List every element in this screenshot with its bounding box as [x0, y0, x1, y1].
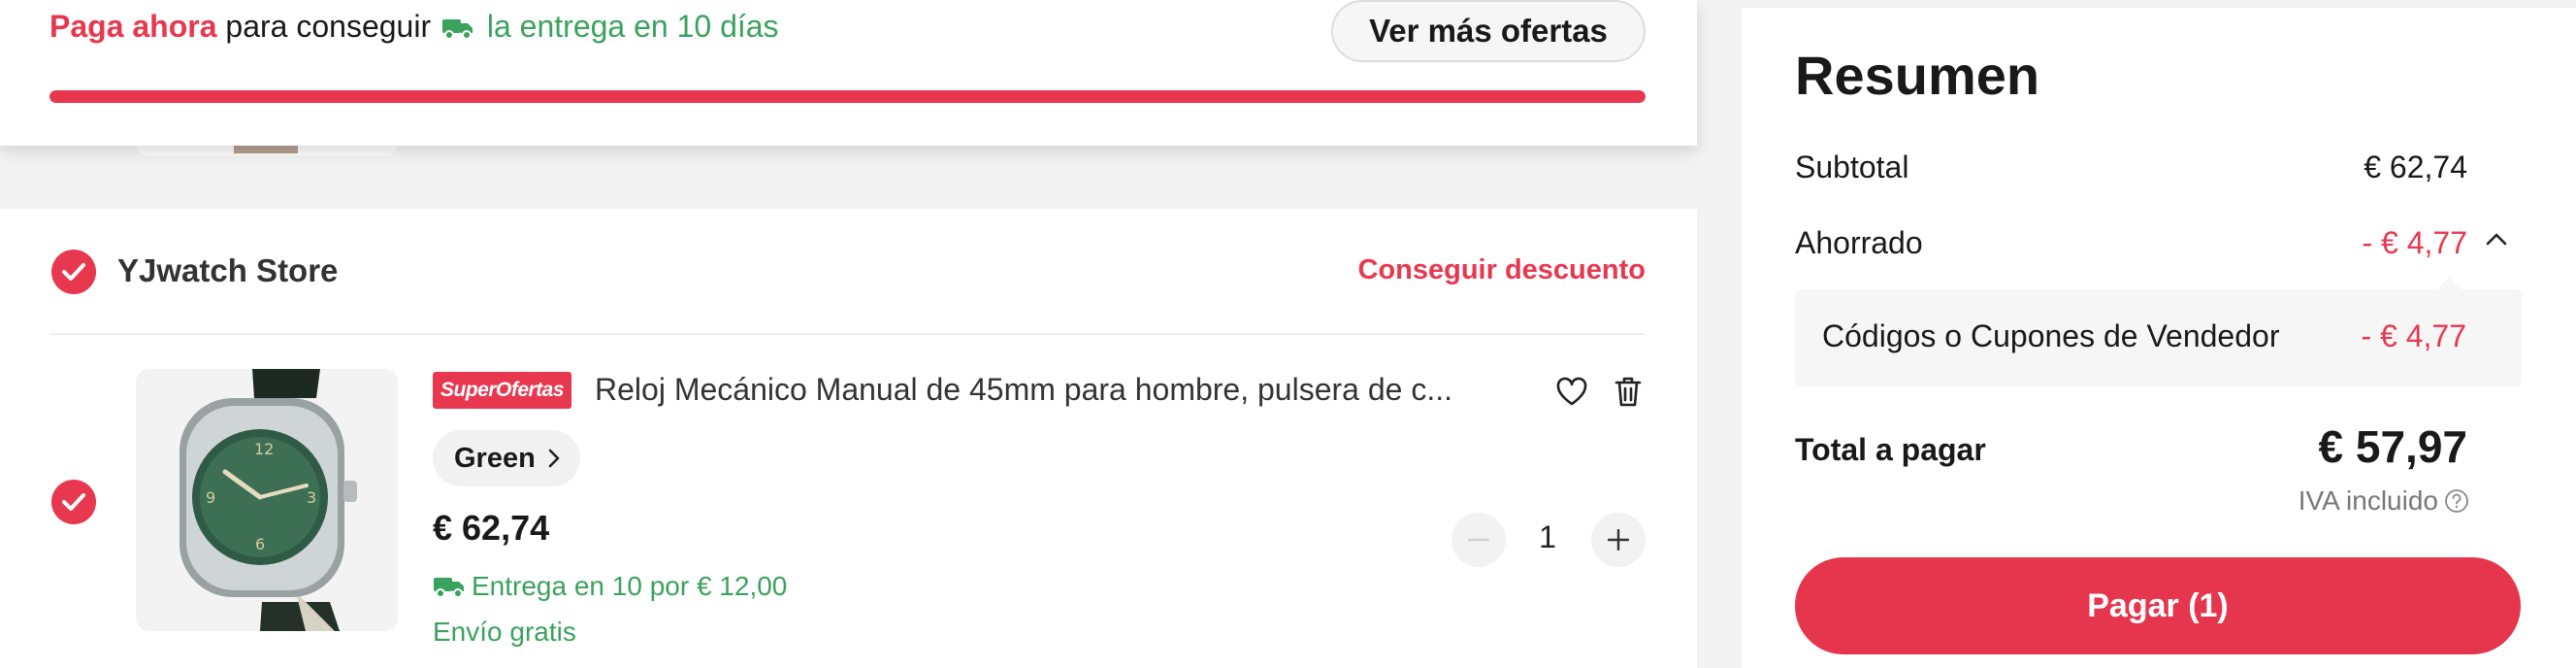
svg-text:3: 3	[307, 488, 316, 507]
svg-text:12: 12	[254, 440, 274, 458]
delete-button[interactable]	[1609, 372, 1647, 411]
divider	[49, 333, 1646, 335]
total-value: € 57,97	[2318, 421, 2467, 472]
more-offers-button[interactable]: Ver más ofertas	[1331, 0, 1646, 62]
super-offers-badge: SuperOfertas	[433, 372, 572, 409]
pay-button[interactable]: Pagar (1)	[1795, 557, 2521, 654]
subtotal-label: Subtotal	[1795, 150, 1909, 184]
svg-text:6: 6	[255, 535, 265, 553]
seller-coupon-detail: Códigos o Cupones de Vendedor - € 4,77	[1795, 278, 2522, 386]
svg-text:9: 9	[206, 488, 215, 507]
item-delivery-info: Entrega en 10 por € 12,00	[433, 571, 787, 602]
to-get-text: para conseguir	[225, 9, 432, 44]
progress-bar-fill	[49, 90, 1646, 103]
item-select-checkbox[interactable]	[51, 480, 96, 524]
total-label: Total a pagar	[1795, 432, 1986, 467]
chevron-up-icon	[2486, 233, 2507, 246]
plus-icon	[1608, 529, 1629, 551]
vat-text: IVA incluido	[2298, 485, 2438, 516]
help-icon[interactable]	[2444, 488, 2469, 514]
variant-label: Green	[454, 442, 536, 474]
heart-icon	[1556, 377, 1587, 406]
get-discount-link[interactable]: Conseguir descuento	[1358, 254, 1647, 286]
variant-selector[interactable]: Green	[433, 430, 580, 486]
order-summary-panel: Resumen Subtotal € 62,74 Ahorrado - € 4,…	[1742, 8, 2576, 668]
quantity-value[interactable]: 1	[1518, 519, 1577, 555]
store-name[interactable]: YJwatch Store	[117, 252, 338, 289]
previous-item-thumbnail	[136, 146, 398, 157]
item-price: € 62,74	[433, 508, 550, 548]
store-select-checkbox[interactable]	[51, 250, 96, 294]
vat-note: IVA incluido	[2299, 485, 2469, 517]
saved-value: - € 4,77	[2362, 225, 2467, 260]
truck-icon	[434, 578, 464, 598]
chevron-right-icon	[548, 449, 560, 468]
pay-now-text: Paga ahora	[49, 9, 217, 44]
fast-delivery-promo-card: Paga ahora para conseguir la entrega en …	[0, 0, 1697, 146]
decrease-quantity-button[interactable]	[1451, 513, 1506, 567]
truck-icon	[441, 12, 474, 48]
delivery-days-text: la entrega en 10 días	[486, 9, 779, 44]
increase-quantity-button[interactable]	[1591, 513, 1646, 567]
free-shipping-text: Envío gratis	[433, 617, 576, 647]
wishlist-button[interactable]	[1552, 372, 1591, 411]
minus-icon	[1468, 538, 1489, 542]
check-icon	[62, 263, 85, 281]
trash-icon	[1614, 377, 1642, 407]
collapse-savings-toggle[interactable]	[2485, 231, 2508, 251]
delivery-text: Entrega en 10 por € 12,00	[472, 571, 788, 601]
store-cart-section: YJwatch Store Conseguir descuento 12 9 3…	[0, 209, 1697, 668]
free-delivery-progress-bar	[49, 90, 1646, 103]
product-image[interactable]: 12 9 3 6	[136, 369, 398, 631]
check-icon	[62, 493, 85, 511]
coupon-label: Códigos o Cupones de Vendedor	[1822, 318, 2280, 353]
summary-title: Resumen	[1795, 45, 2040, 106]
coupon-value: - € 4,77	[2361, 318, 2466, 353]
saved-label: Ahorrado	[1795, 225, 1923, 260]
subtotal-value: € 62,74	[2364, 150, 2467, 184]
product-title[interactable]: Reloj Mecánico Manual de 45mm para hombr…	[595, 372, 1516, 408]
fast-delivery-message: Paga ahora para conseguir la entrega en …	[49, 9, 779, 48]
